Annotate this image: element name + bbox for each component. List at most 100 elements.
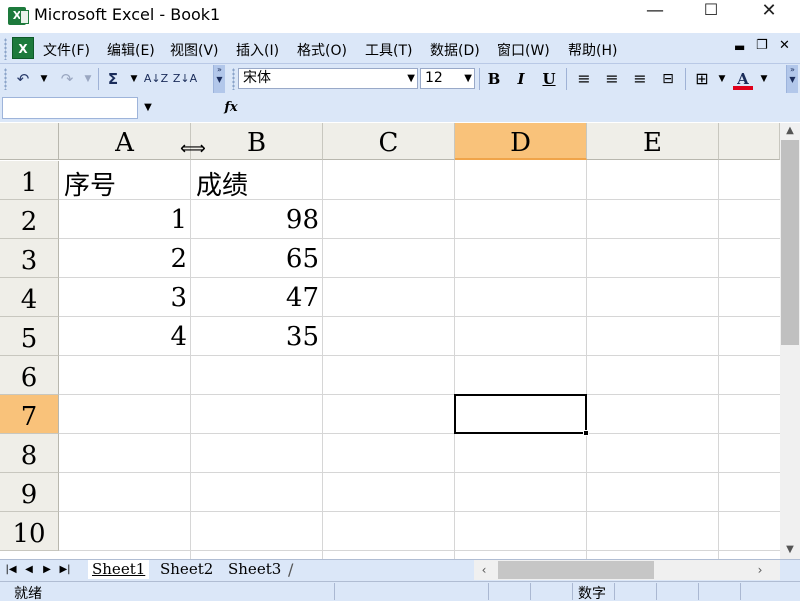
cell-b5[interactable]: 35 — [191, 322, 319, 352]
font-name-combo[interactable]: 宋体 ▼ — [238, 68, 418, 89]
gridline — [454, 160, 455, 559]
merge-center-icon[interactable]: ⊟ — [657, 69, 679, 89]
underline-button[interactable]: U — [539, 69, 559, 89]
gridline — [59, 550, 780, 551]
menu-grip[interactable] — [4, 38, 7, 60]
borders-icon[interactable]: ⊞ — [691, 69, 713, 89]
column-header-f[interactable] — [719, 123, 780, 160]
doc-restore-button[interactable]: ❐ — [756, 38, 768, 53]
undo-dropdown-icon[interactable]: ▼ — [38, 69, 50, 89]
gridline — [59, 199, 780, 200]
cell-a1[interactable]: 序号 — [64, 165, 116, 202]
sort-descending-icon[interactable]: Z↓A — [172, 69, 198, 89]
menu-format[interactable]: 格式(O) — [297, 40, 347, 60]
menu-window[interactable]: 窗口(W) — [497, 40, 550, 60]
row-header-9[interactable]: 9 — [0, 473, 59, 512]
align-center-icon[interactable]: ≡ — [601, 69, 623, 89]
sheet-tab-1[interactable]: Sheet1 — [88, 560, 150, 579]
prev-sheet-icon[interactable]: ◀ — [21, 561, 37, 579]
font-name-dropdown-icon[interactable]: ▼ — [407, 69, 415, 88]
font-size-dropdown-icon[interactable]: ▼ — [464, 69, 472, 88]
close-button[interactable]: ✕ — [746, 0, 792, 32]
cell-a5[interactable]: 4 — [59, 322, 187, 352]
cell-a2[interactable]: 1 — [59, 205, 187, 235]
name-box-dropdown-icon[interactable]: ▼ — [138, 97, 158, 119]
toolbar-options-chevron-2[interactable]: » ▼ — [786, 65, 798, 93]
cell-b2[interactable]: 98 — [191, 205, 319, 235]
last-sheet-icon[interactable]: ▶| — [57, 561, 73, 579]
menu-edit[interactable]: 编辑(E) — [107, 40, 155, 60]
excel-app-icon[interactable]: X — [8, 7, 29, 25]
cell-b4[interactable]: 47 — [191, 283, 319, 313]
gridline — [59, 238, 780, 239]
cell-b1[interactable]: 成绩 — [196, 165, 248, 202]
align-left-icon[interactable]: ≡ — [573, 69, 595, 89]
vertical-scroll-thumb[interactable] — [781, 140, 799, 345]
align-right-icon[interactable]: ≡ — [629, 69, 651, 89]
autosum-icon[interactable]: Σ — [102, 69, 124, 89]
scroll-up-icon[interactable]: ▲ — [780, 125, 800, 136]
select-all-corner[interactable] — [0, 123, 59, 160]
row-header-2[interactable]: 2 — [0, 200, 59, 239]
row-header-8[interactable]: 8 — [0, 434, 59, 473]
row-header-6[interactable]: 6 — [0, 356, 59, 395]
row-header-7[interactable]: 7 — [0, 395, 59, 434]
sheet-tab-2[interactable]: Sheet2 — [156, 560, 217, 579]
font-size-combo[interactable]: 12 ▼ — [420, 68, 475, 89]
minimize-button[interactable]: — — [632, 0, 678, 32]
fill-handle[interactable] — [583, 430, 589, 436]
active-cell-d7[interactable] — [454, 394, 587, 434]
menu-file[interactable]: 文件(F) — [43, 40, 90, 60]
cell-a3[interactable]: 2 — [59, 244, 187, 274]
sort-ascending-icon[interactable]: A↓Z — [143, 69, 169, 89]
toolbar-options-chevron[interactable]: » ▼ — [213, 65, 225, 93]
redo-dropdown-icon[interactable]: ▼ — [82, 69, 94, 89]
bold-button[interactable]: B — [484, 69, 504, 89]
row-header-10[interactable]: 10 — [0, 512, 59, 551]
row-header-1[interactable]: 1 — [0, 161, 59, 200]
scroll-down-icon[interactable]: ▼ — [780, 544, 800, 555]
redo-icon[interactable]: ↷ — [56, 69, 78, 89]
menu-insert[interactable]: 插入(I) — [236, 40, 279, 60]
window-title: Microsoft Excel - Book1 — [34, 5, 221, 24]
autosum-dropdown-icon[interactable]: ▼ — [128, 69, 140, 89]
column-header-c[interactable]: C — [323, 123, 455, 160]
formula-input[interactable] — [244, 97, 800, 119]
cell-b3[interactable]: 65 — [191, 244, 319, 274]
first-sheet-icon[interactable]: |◀ — [3, 561, 19, 579]
insert-function-icon[interactable]: fx — [222, 98, 240, 118]
maximize-button[interactable]: ☐ — [688, 0, 734, 32]
status-panel-divider — [656, 583, 657, 600]
toolbar-grip[interactable] — [4, 68, 7, 90]
workbook-icon[interactable]: X — [12, 37, 34, 59]
cell-a4[interactable]: 3 — [59, 283, 187, 313]
next-sheet-icon[interactable]: ▶ — [39, 561, 55, 579]
toolbar-grip-2[interactable] — [232, 68, 235, 90]
status-panel-divider — [488, 583, 489, 600]
worksheet-grid[interactable]: A B C D E 1 2 3 4 5 6 7 8 9 10 序号 成绩 1 9… — [0, 123, 780, 559]
row-header-3[interactable]: 3 — [0, 239, 59, 278]
horizontal-scroll-thumb[interactable] — [498, 561, 654, 579]
menu-help[interactable]: 帮助(H) — [568, 40, 617, 60]
column-header-b[interactable]: B — [191, 123, 323, 160]
menu-view[interactable]: 视图(V) — [170, 40, 219, 60]
scroll-right-icon[interactable]: › — [752, 563, 768, 577]
column-header-d[interactable]: D — [455, 123, 587, 160]
column-header-e[interactable]: E — [587, 123, 719, 160]
row-header-5[interactable]: 5 — [0, 317, 59, 356]
doc-close-button[interactable]: ✕ — [779, 38, 790, 53]
borders-dropdown-icon[interactable]: ▼ — [716, 69, 728, 89]
scroll-left-icon[interactable]: ‹ — [476, 563, 492, 577]
status-panel-divider — [572, 583, 573, 600]
row-header-4[interactable]: 4 — [0, 278, 59, 317]
toolbar-separator — [98, 68, 99, 90]
undo-icon[interactable]: ↶ — [12, 69, 34, 89]
name-box[interactable] — [2, 97, 138, 119]
sheet-tab-3[interactable]: Sheet3 — [224, 560, 285, 579]
doc-minimize-button[interactable]: ▬ — [734, 40, 745, 54]
column-header-a[interactable]: A — [59, 123, 191, 160]
italic-button[interactable]: I — [511, 69, 531, 89]
menu-tools[interactable]: 工具(T) — [365, 40, 412, 60]
font-color-dropdown-icon[interactable]: ▼ — [758, 69, 770, 89]
menu-data[interactable]: 数据(D) — [430, 40, 480, 60]
